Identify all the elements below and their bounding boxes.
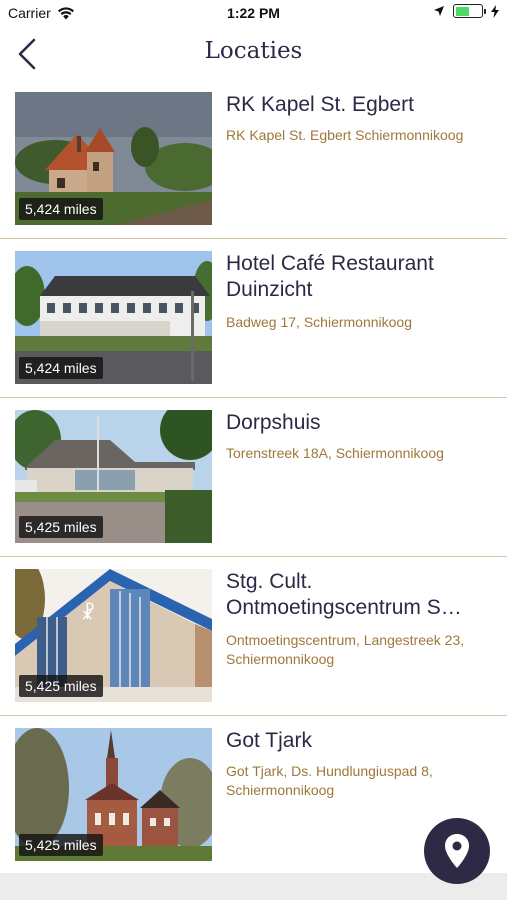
location-arrow-icon — [434, 6, 444, 16]
location-address: Torenstreek 18A, Schiermonnikoog — [226, 445, 444, 461]
list-item[interactable]: 5,424 miles Hotel Café Restaurant Duinzi… — [0, 239, 507, 398]
location-thumbnail: 5,425 miles — [15, 410, 212, 543]
location-address: Got Tjark, Ds. Hundlungiuspad 8, Schierm… — [226, 763, 433, 798]
status-bar: Carrier 1:22 PM — [0, 0, 507, 28]
status-indicators — [433, 4, 499, 18]
location-pin-icon — [445, 834, 469, 868]
location-name: Hotel Café Restaurant Duinzicht — [226, 252, 434, 301]
location-list: 5,424 miles RK Kapel St. Egbert RK Kapel… — [0, 80, 507, 875]
location-name: Dorpshuis — [226, 411, 321, 434]
list-item[interactable]: 5,424 miles RK Kapel St. Egbert RK Kapel… — [0, 80, 507, 239]
bottom-bar — [0, 873, 507, 900]
battery-icon — [453, 4, 486, 18]
location-thumbnail: 5,424 miles — [15, 92, 212, 225]
distance-badge: 5,425 miles — [19, 516, 103, 538]
location-name: RK Kapel St. Egbert — [226, 93, 414, 116]
svg-text:☧: ☧ — [81, 602, 95, 624]
page-title: Locaties — [204, 38, 303, 64]
distance-badge: 5,424 miles — [19, 357, 103, 379]
navigation-bar: Locaties — [0, 28, 507, 80]
location-name: Stg. Cult. Ontmoetingscentrum S… — [226, 570, 462, 619]
list-item[interactable]: 5,425 miles Dorpshuis Torenstreek 18A, S… — [0, 398, 507, 557]
distance-badge: 5,425 miles — [19, 834, 103, 856]
distance-badge: 5,424 miles — [19, 198, 103, 220]
location-address: Badweg 17, Schiermonnikoog — [226, 314, 413, 330]
status-time: 1:22 PM — [227, 5, 280, 21]
location-address: Ontmoetingscentrum, Langestreek 23, Schi… — [226, 632, 465, 667]
location-thumbnail: 5,425 miles — [15, 728, 212, 861]
location-thumbnail: ☧ 5,425 miles — [15, 569, 212, 702]
distance-badge: 5,425 miles — [19, 675, 103, 697]
list-item[interactable]: ☧ 5,425 miles Stg. Cult. Ontmoetingscent… — [0, 557, 507, 716]
location-name: Got Tjark — [226, 729, 312, 752]
location-thumbnail: 5,424 miles — [15, 251, 212, 384]
map-button[interactable] — [424, 818, 490, 884]
charging-bolt-icon — [491, 4, 499, 18]
location-address: RK Kapel St. Egbert Schiermonnikoog — [226, 127, 464, 143]
